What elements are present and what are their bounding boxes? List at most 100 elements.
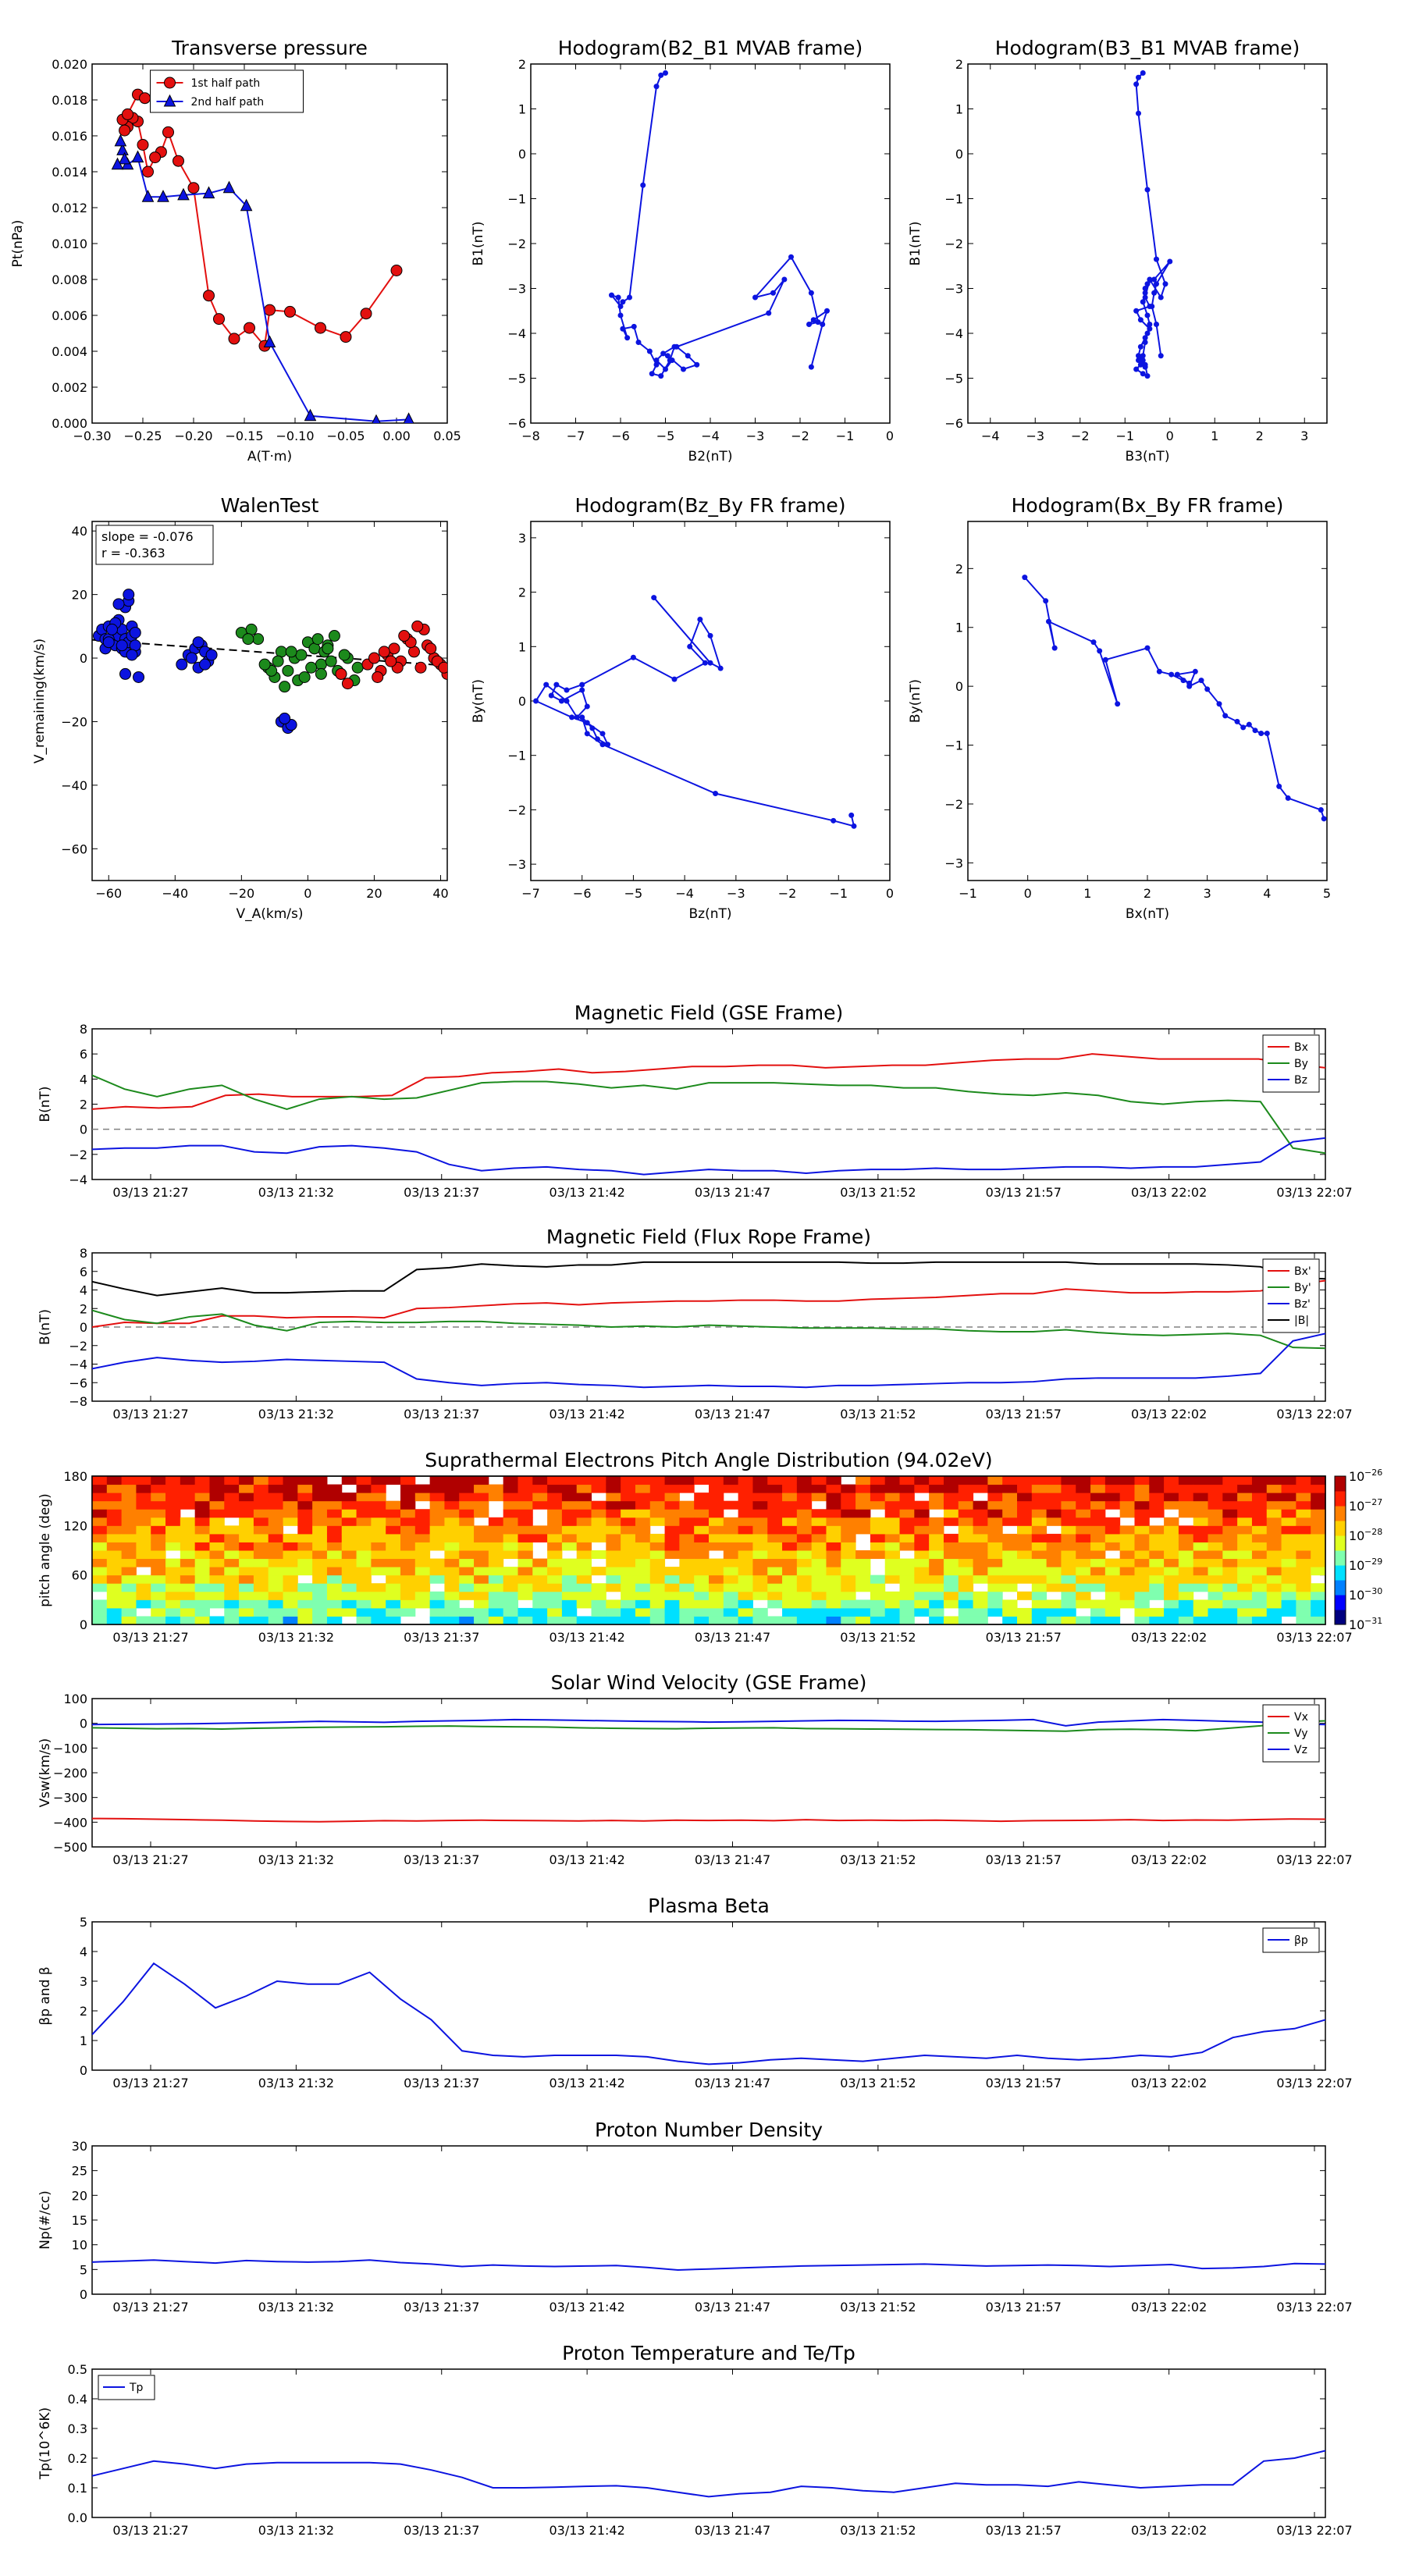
pad-cell: [1134, 1509, 1150, 1518]
np-ytick-label: 5: [80, 2262, 87, 2277]
pad-cell: [914, 1607, 930, 1617]
h31-xtick-label: 1: [1211, 429, 1218, 443]
pad-cell: [811, 1493, 827, 1502]
walen-xtick-label: −40: [162, 886, 188, 901]
pad-cell: [136, 1616, 151, 1625]
pad-cell: [1134, 1542, 1150, 1551]
hxy-point: [1192, 668, 1198, 674]
pad-cell: [121, 1583, 137, 1592]
np-xtick-label: 03/13 22:02: [1131, 2300, 1207, 2314]
pad-cell: [371, 1500, 386, 1510]
pad-cell: [1031, 1574, 1048, 1584]
pad-cell: [1251, 1476, 1268, 1485]
pad-cell: [283, 1493, 298, 1502]
h21-xtick-label: −1: [836, 429, 855, 443]
pad-cell: [547, 1493, 563, 1502]
h31-point: [1151, 290, 1158, 296]
pad-cell: [1311, 1493, 1326, 1502]
tpr-ytick-label: 0.5: [68, 2362, 87, 2377]
hxy-series-line: [1024, 576, 1325, 820]
mffr-xtick-label: 03/13 21:42: [549, 1407, 624, 1421]
pad-cell: [884, 1574, 901, 1584]
pad-cell: [224, 1525, 240, 1535]
pad-cell: [518, 1533, 533, 1542]
pad-cell: [841, 1517, 856, 1526]
pad-cell: [1208, 1500, 1223, 1510]
pad-cell: [1237, 1616, 1253, 1625]
pad-cell: [796, 1550, 813, 1560]
pad-cell: [709, 1567, 724, 1576]
pad-cell: [1017, 1484, 1033, 1493]
beta-xtick-label: 03/13 21:32: [258, 2076, 334, 2090]
pad-cell: [297, 1484, 313, 1493]
pad-cell: [1178, 1607, 1194, 1617]
beta-xtick-label: 03/13 22:02: [1131, 2076, 1207, 2090]
walen-point: [282, 664, 294, 677]
pad-cell: [606, 1574, 621, 1584]
pad-cell: [1076, 1493, 1091, 1502]
pad-cell: [987, 1517, 1003, 1526]
pad-cell: [194, 1616, 210, 1625]
h21-point: [824, 308, 830, 314]
pad-cell: [1076, 1525, 1091, 1535]
tp-legend-entry: 2nd half path: [191, 96, 265, 109]
pad-cell: [929, 1517, 944, 1526]
pad-cell: [796, 1567, 813, 1576]
pad-cell: [92, 1616, 108, 1625]
pad-cell: [826, 1616, 841, 1625]
hzy-point: [584, 731, 590, 737]
pad-cell: [165, 1558, 181, 1567]
tpr-xtick-label: 03/13 21:57: [986, 2523, 1062, 2538]
walen-point: [279, 681, 291, 693]
pad-cell: [929, 1607, 944, 1617]
pad-cell: [356, 1484, 372, 1493]
pad-cell: [503, 1583, 518, 1592]
pad-cell: [547, 1607, 563, 1617]
pad-cell: [606, 1558, 621, 1567]
hzy-xtick-label: −7: [521, 886, 540, 901]
walen-annotation: slope = -0.076r = -0.363: [95, 525, 214, 565]
pad-cell: [973, 1599, 988, 1609]
tpr-series-Tp: [92, 2450, 1325, 2498]
pad-cell: [738, 1583, 753, 1592]
pad-cell: [1281, 1493, 1297, 1502]
pad-cell: [136, 1583, 151, 1592]
pad-cell: [136, 1550, 151, 1560]
pad-cell: [547, 1484, 563, 1493]
pad-cell: [767, 1542, 783, 1551]
pad-cell: [635, 1558, 651, 1567]
h21-point: [770, 290, 776, 296]
pad-cell: [326, 1607, 343, 1617]
pad-cell: [92, 1493, 108, 1502]
pad-cell: [899, 1583, 915, 1592]
pad-cell: [1266, 1558, 1282, 1567]
pad-cell: [826, 1607, 841, 1617]
pad-cell: [958, 1607, 974, 1617]
pad-cell: [386, 1533, 401, 1542]
pad-cell: [474, 1591, 489, 1600]
pad-cell: [1266, 1517, 1282, 1526]
walen-point: [414, 661, 427, 674]
pad-cell: [914, 1591, 930, 1600]
pad-cell: [1178, 1542, 1194, 1551]
pad-cell: [400, 1567, 416, 1576]
hxy-point: [1234, 718, 1240, 724]
pad-cell: [239, 1591, 254, 1600]
pad-cell: [165, 1599, 181, 1609]
pad-cell: [136, 1591, 151, 1600]
pad-cell: [1061, 1517, 1076, 1526]
h31-xtick-label: 2: [1256, 429, 1264, 443]
pad-cell: [165, 1591, 181, 1600]
pad-cell: [400, 1591, 416, 1600]
pad-cell: [414, 1509, 431, 1518]
vsw-xtick-label: 03/13 22:02: [1131, 1852, 1207, 1867]
pad-xtick-label: 03/13 21:47: [695, 1630, 770, 1645]
h21-point: [649, 371, 655, 377]
pad-cell: [209, 1542, 225, 1551]
pad-cell: [723, 1567, 739, 1576]
pad-cell: [444, 1525, 460, 1535]
pad-cell: [429, 1607, 445, 1617]
pad-colorbar: 10 −2610 −2710 −2810 −2910 −3010 −31: [1334, 1468, 1382, 1632]
pad-cell: [899, 1509, 915, 1518]
pad-cell: [371, 1525, 386, 1535]
